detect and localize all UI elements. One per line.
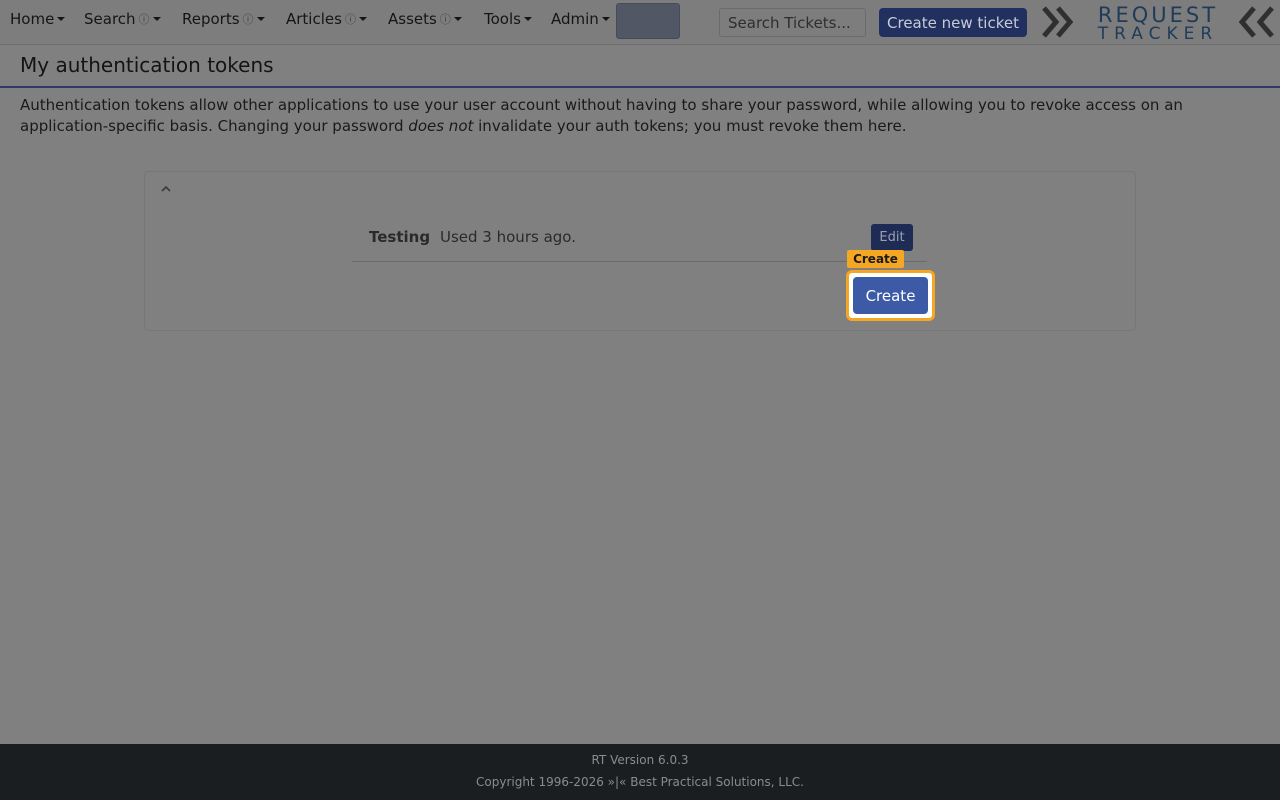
caret-down-icon <box>57 17 66 21</box>
nav-search[interactable]: Search ⓘ <box>84 10 161 28</box>
title-divider <box>0 86 1280 88</box>
info-icon: ⓘ <box>439 13 451 26</box>
caret-down-icon <box>256 17 265 21</box>
nav-articles-label: Articles <box>286 10 342 28</box>
intro-text: Authentication tokens allow other applic… <box>20 95 1250 137</box>
nav-admin-label: Admin <box>551 10 599 28</box>
token-row-divider <box>352 261 927 262</box>
nav-reports-label: Reports <box>182 10 240 28</box>
highlight-label: Create <box>847 250 904 268</box>
info-icon: ⓘ <box>242 13 254 26</box>
info-icon: ⓘ <box>344 13 356 26</box>
chevron-up-icon[interactable] <box>159 182 173 196</box>
caret-down-icon <box>358 17 367 21</box>
nav-home-label: Home <box>10 10 55 28</box>
nav-home[interactable]: Home <box>10 10 66 28</box>
token-last-used: Used 3 hours ago. <box>440 228 576 246</box>
nav-assets[interactable]: Assets ⓘ <box>388 10 462 28</box>
nav-assets-label: Assets <box>388 10 437 28</box>
version-text: RT Version 6.0.3 <box>591 753 689 767</box>
request-tracker-logo: REQUEST TRACKER <box>1042 3 1274 42</box>
nav-tools[interactable]: Tools <box>484 10 532 28</box>
nav-admin[interactable]: Admin <box>551 10 610 28</box>
copyright-text: Copyright 1996-2026 »|« Best Practical S… <box>476 775 804 789</box>
logo-bottom-text: TRACKER <box>1097 24 1218 42</box>
edit-token-button[interactable]: Edit <box>871 224 913 251</box>
caret-down-icon <box>523 17 532 21</box>
page-title: My authentication tokens <box>20 53 274 77</box>
create-new-ticket-button[interactable]: Create new ticket <box>879 8 1027 37</box>
token-name: Testing <box>369 228 431 246</box>
caret-down-icon <box>453 17 462 21</box>
caret-down-icon <box>152 17 161 21</box>
nav-search-label: Search <box>84 10 136 28</box>
nav-blank-button[interactable] <box>616 3 680 39</box>
top-navigation: Home Search ⓘ Reports ⓘ Articles ⓘ Assets ⓘ … <box>0 0 1280 45</box>
nav-reports[interactable]: Reports ⓘ <box>182 10 265 28</box>
intro-emphasis: does not <box>408 117 474 135</box>
nav-articles[interactable]: Articles ⓘ <box>286 10 367 28</box>
info-icon: ⓘ <box>138 13 150 26</box>
nav-tools-label: Tools <box>484 10 521 28</box>
create-token-button[interactable]: Create <box>853 277 928 314</box>
intro-text-end: invalidate your auth tokens; you must re… <box>473 117 907 135</box>
caret-down-icon <box>601 17 610 21</box>
tokens-panel: Testing Used 3 hours ago. Edit <box>144 171 1136 331</box>
search-tickets-input[interactable] <box>719 8 866 37</box>
footer: RT Version 6.0.3 Copyright 1996-2026 »|«… <box>0 744 1280 800</box>
